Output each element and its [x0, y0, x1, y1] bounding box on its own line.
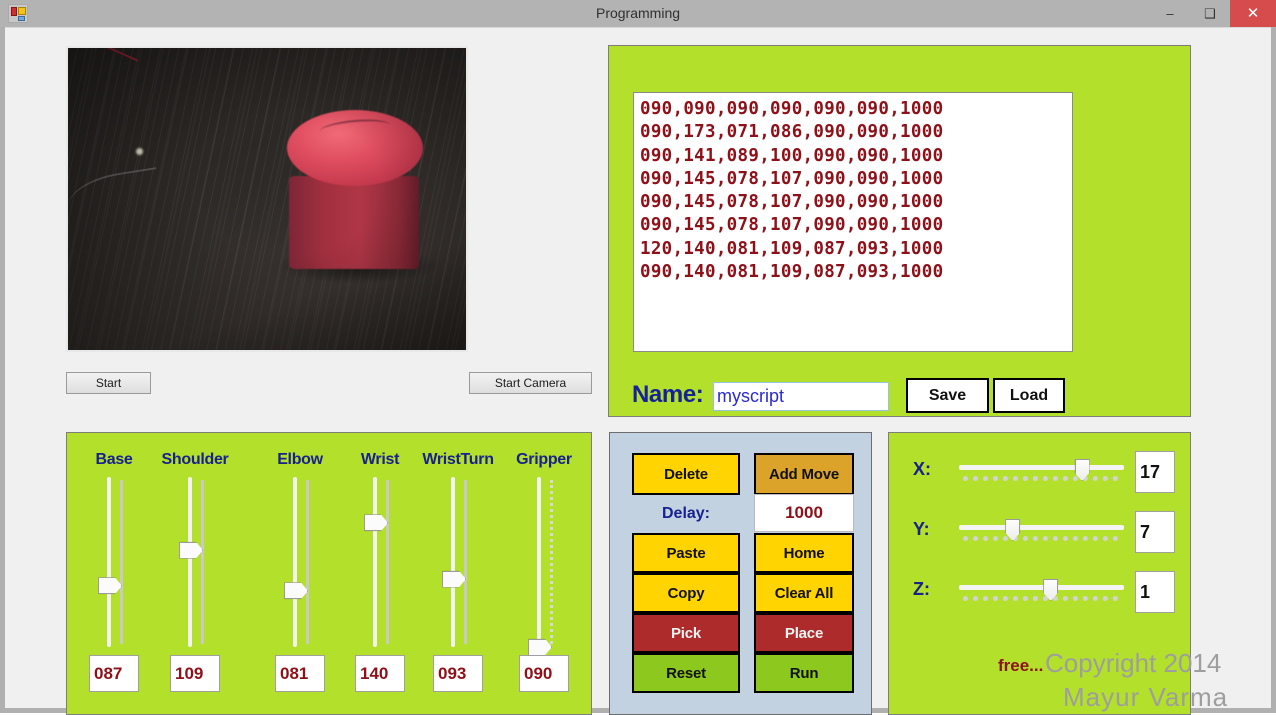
joint-column-gripper: Gripper 090: [501, 433, 587, 714]
script-textarea[interactable]: 090,090,090,090,090,090,1000 090,173,071…: [633, 92, 1073, 352]
slider-shoulder[interactable]: [175, 477, 215, 647]
delay-label: Delay:: [661, 505, 711, 522]
slider-wristturn[interactable]: [438, 477, 478, 647]
slider-track: [959, 585, 1124, 590]
slider-track: [959, 525, 1124, 530]
script-name-input[interactable]: [713, 382, 889, 411]
z-label: Z:: [913, 579, 930, 599]
slider-track: [373, 477, 377, 647]
delay-input[interactable]: 1000: [754, 494, 854, 532]
add-move-button[interactable]: Add Move: [754, 453, 854, 495]
load-button[interactable]: Load: [993, 378, 1065, 413]
slider-z[interactable]: [959, 575, 1124, 605]
maximize-button[interactable]: ❑: [1190, 0, 1230, 27]
slider-ticks: [201, 480, 204, 644]
joint-column-shoulder: Shoulder 109: [152, 433, 238, 714]
slider-track: [959, 465, 1124, 470]
joint-value-wrist[interactable]: 140: [355, 655, 405, 692]
slider-gripper[interactable]: [524, 477, 564, 656]
script-line: 090,173,071,086,090,090,1000: [640, 122, 944, 143]
script-line: 090,141,089,100,090,090,1000: [640, 145, 944, 166]
joint-sliders-panel: Base 087 Shoulder 109 Elbow 081 Wrist 14…: [66, 432, 592, 715]
y-label: Y:: [913, 519, 930, 539]
application-window: Programming – ❑ ✕ Start Start Camera 090…: [0, 0, 1276, 715]
minimize-button[interactable]: –: [1150, 0, 1190, 27]
z-value[interactable]: 1: [1135, 571, 1175, 613]
slider-ticks: [963, 536, 1118, 541]
slider-elbow[interactable]: [280, 477, 320, 647]
slider-base[interactable]: [94, 477, 134, 647]
script-line: 120,140,081,109,087,093,1000: [640, 238, 944, 259]
place-button[interactable]: Place: [754, 613, 854, 653]
slider-ticks: [963, 596, 1118, 601]
slider-ticks: [963, 476, 1118, 481]
joint-column-wrist: Wrist 140: [337, 433, 423, 714]
slider-track: [537, 477, 541, 647]
slider-track: [188, 477, 192, 647]
slider-x[interactable]: [959, 455, 1124, 485]
joint-label: Base: [95, 451, 133, 468]
joint-value-gripper[interactable]: 090: [519, 655, 569, 692]
actions-panel: Delete Add Move Delay: 1000 Paste Home C…: [609, 432, 872, 715]
slider-ticks: [120, 480, 123, 644]
y-value[interactable]: 7: [1135, 511, 1175, 553]
x-label: X:: [913, 459, 931, 479]
slider-ticks: [386, 480, 389, 644]
close-button[interactable]: ✕: [1230, 0, 1276, 27]
joint-value-wristturn[interactable]: 093: [433, 655, 483, 692]
script-line: 090,145,078,107,090,090,1000: [640, 215, 944, 236]
joint-label: WristTurn: [422, 451, 494, 468]
pick-button[interactable]: Pick: [632, 613, 740, 653]
joint-value-elbow[interactable]: 081: [275, 655, 325, 692]
start-camera-button[interactable]: Start Camera: [469, 372, 592, 394]
slider-ticks: [306, 480, 309, 644]
start-button[interactable]: Start: [66, 372, 151, 394]
slider-thumb[interactable]: [179, 541, 203, 559]
script-panel: 090,090,090,090,090,090,1000 090,173,071…: [608, 45, 1191, 417]
slider-ticks: [464, 480, 467, 644]
slider-track: [451, 477, 455, 647]
joint-column-base: Base 087: [71, 433, 157, 714]
reset-button[interactable]: Reset: [632, 653, 740, 693]
script-line: 090,145,078,107,090,090,1000: [640, 192, 944, 213]
joint-label: Wrist: [360, 451, 400, 468]
camera-preview[interactable]: [66, 46, 468, 352]
slider-thumb[interactable]: [98, 577, 122, 595]
paste-button[interactable]: Paste: [632, 533, 740, 573]
joint-column-elbow: Elbow 081: [257, 433, 343, 714]
save-button[interactable]: Save: [906, 378, 989, 413]
joint-column-wristturn: WristTurn 093: [415, 433, 501, 714]
delete-button[interactable]: Delete: [632, 453, 740, 495]
script-line: 090,140,081,109,087,093,1000: [640, 262, 944, 283]
joint-value-shoulder[interactable]: 109: [170, 655, 220, 692]
camera-vignette: [68, 48, 466, 350]
copy-button[interactable]: Copy: [632, 573, 740, 613]
joint-label: Shoulder: [161, 451, 229, 468]
slider-track: [107, 477, 111, 647]
slider-thumb[interactable]: [284, 582, 308, 600]
joint-value-base[interactable]: 087: [89, 655, 139, 692]
script-line: 090,145,078,107,090,090,1000: [640, 168, 944, 189]
slider-thumb[interactable]: [364, 514, 388, 532]
slider-wrist[interactable]: [360, 477, 400, 647]
slider-track: [293, 477, 297, 647]
coordinates-panel: X: 17 Y: 7 Z: 1 free...: [888, 432, 1191, 715]
slider-thumb[interactable]: [528, 638, 552, 656]
slider-thumb[interactable]: [442, 570, 466, 588]
name-label: Name:: [632, 381, 704, 408]
home-button[interactable]: Home: [754, 533, 854, 573]
joint-label: Gripper: [516, 451, 572, 468]
clear-all-button[interactable]: Clear All: [754, 573, 854, 613]
script-line: 090,090,090,090,090,090,1000: [640, 99, 944, 119]
client-area: Start Start Camera 090,090,090,090,090,0…: [5, 27, 1271, 715]
free-label: free...: [998, 656, 1044, 675]
run-button[interactable]: Run: [754, 653, 854, 693]
joint-label: Elbow: [277, 451, 323, 468]
slider-y[interactable]: [959, 515, 1124, 545]
title-bar: Programming – ❑ ✕: [0, 0, 1276, 27]
window-title: Programming: [595, 5, 681, 21]
slider-ticks: [550, 480, 553, 644]
x-value[interactable]: 17: [1135, 451, 1175, 493]
